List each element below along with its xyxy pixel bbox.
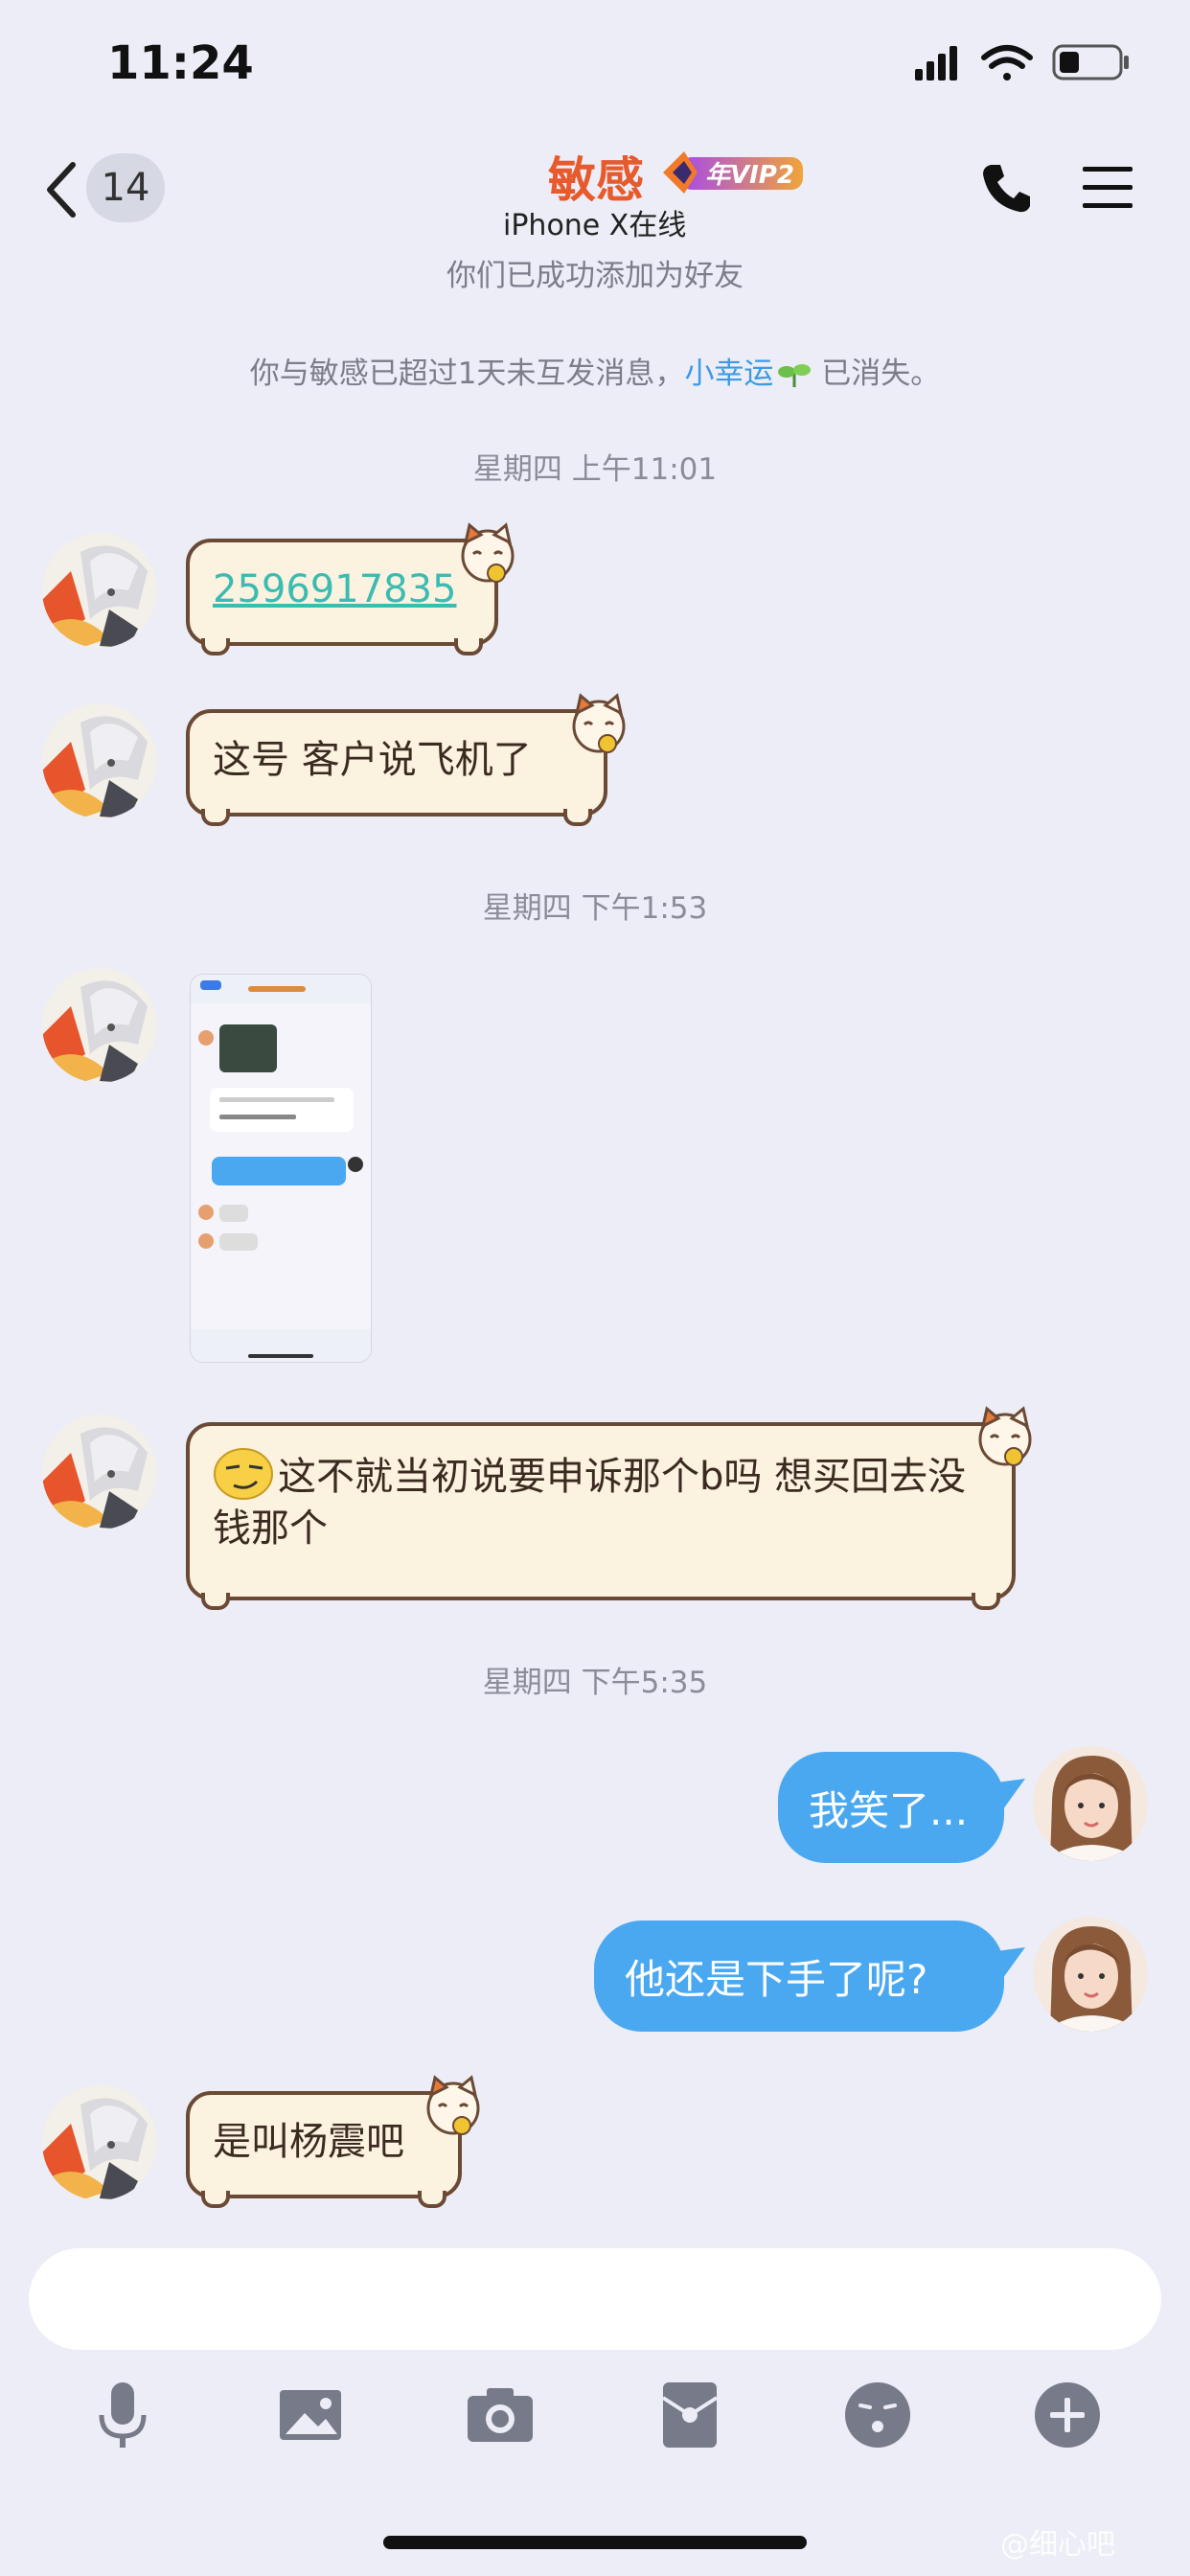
status-icons bbox=[915, 44, 1129, 80]
lucky-notice-prefix: 你与敏感已超过1天未互发消息， bbox=[249, 356, 685, 391]
microphone-icon[interactable] bbox=[84, 2377, 161, 2453]
contact-avatar[interactable] bbox=[42, 1414, 157, 1530]
phone-call-icon[interactable] bbox=[979, 161, 1033, 215]
unread-count-badge[interactable]: 14 bbox=[86, 153, 165, 222]
message-bubble-self[interactable]: 他还是下手了呢? bbox=[594, 1920, 1004, 2032]
timestamp: 星期四 上午11:01 bbox=[472, 452, 718, 487]
message-bubble[interactable]: 是叫杨震吧 bbox=[186, 2091, 462, 2208]
message-text: 是叫杨震吧 bbox=[213, 2120, 404, 2164]
cat-bubble-decoration-icon bbox=[426, 2076, 480, 2136]
back-chevron-icon[interactable] bbox=[42, 161, 80, 218]
online-status: iPhone X在线 bbox=[503, 209, 687, 242]
menu-icon[interactable] bbox=[1079, 161, 1136, 215]
chat-screenshot-image bbox=[191, 975, 371, 1362]
battery-icon bbox=[1052, 44, 1129, 80]
bubble-tail bbox=[996, 1947, 1025, 1982]
contact-avatar[interactable] bbox=[42, 703, 157, 818]
message-bubble[interactable]: 这不就当初说要申诉那个b吗 想买回去没钱那个 bbox=[186, 1422, 1016, 1610]
plus-icon[interactable] bbox=[1029, 2377, 1106, 2453]
cat-bubble-decoration-icon bbox=[572, 694, 626, 754]
wifi-icon bbox=[981, 45, 1033, 80]
emoji-icon[interactable] bbox=[839, 2377, 916, 2453]
cat-bubble-decoration-icon bbox=[978, 1407, 1032, 1467]
self-avatar[interactable] bbox=[1033, 1917, 1148, 2032]
signal-icon bbox=[915, 46, 957, 80]
image-message-thumbnail[interactable] bbox=[190, 974, 372, 1363]
timestamp: 星期四 下午5:35 bbox=[482, 1666, 708, 1700]
message-bubble-self[interactable]: 我笑了... bbox=[778, 1752, 1004, 1863]
red-packet-icon[interactable] bbox=[652, 2377, 728, 2453]
contact-avatar[interactable] bbox=[42, 533, 157, 648]
contact-avatar[interactable] bbox=[42, 2085, 157, 2200]
message-text: 这号 客户说飞机了 bbox=[213, 738, 532, 782]
sprout-icon bbox=[778, 364, 812, 387]
image-icon[interactable] bbox=[272, 2377, 349, 2453]
self-avatar[interactable] bbox=[1033, 1746, 1148, 1861]
home-indicator[interactable] bbox=[383, 2536, 807, 2549]
lucky-link[interactable]: 小幸运 bbox=[684, 356, 773, 391]
qq-number-link[interactable]: 2596917835 bbox=[213, 567, 457, 611]
contact-avatar[interactable] bbox=[42, 968, 157, 1083]
vip-badge-label: 年VIP2 bbox=[705, 161, 794, 190]
message-bubble[interactable]: 这号 客户说飞机了 bbox=[186, 709, 607, 826]
message-input[interactable] bbox=[29, 2248, 1161, 2350]
lucky-notice-suffix: 已消失。 bbox=[812, 356, 941, 391]
message-text: 他还是下手了呢? bbox=[625, 1955, 928, 2003]
smirk-emoji-icon bbox=[214, 1448, 273, 1500]
status-time: 11:24 bbox=[107, 36, 254, 90]
message-text: 这不就当初说要申诉那个b吗 想买回去没钱那个 bbox=[213, 1455, 967, 1551]
camera-icon[interactable] bbox=[462, 2377, 538, 2453]
message-bubble[interactable]: 2596917835 bbox=[186, 539, 498, 656]
bubble-tail bbox=[996, 1779, 1025, 1813]
watermark: @细心吧 bbox=[1000, 2528, 1115, 2562]
cat-bubble-decoration-icon bbox=[461, 523, 515, 584]
timestamp: 星期四 下午1:53 bbox=[482, 891, 708, 926]
friend-added-notice: 你们已成功添加为好友 bbox=[446, 259, 744, 293]
lucky-lost-notice: 你与敏感已超过1天未互发消息，小幸运 已消失。 bbox=[0, 349, 1190, 392]
message-text: 我笑了... bbox=[809, 1786, 969, 1834]
